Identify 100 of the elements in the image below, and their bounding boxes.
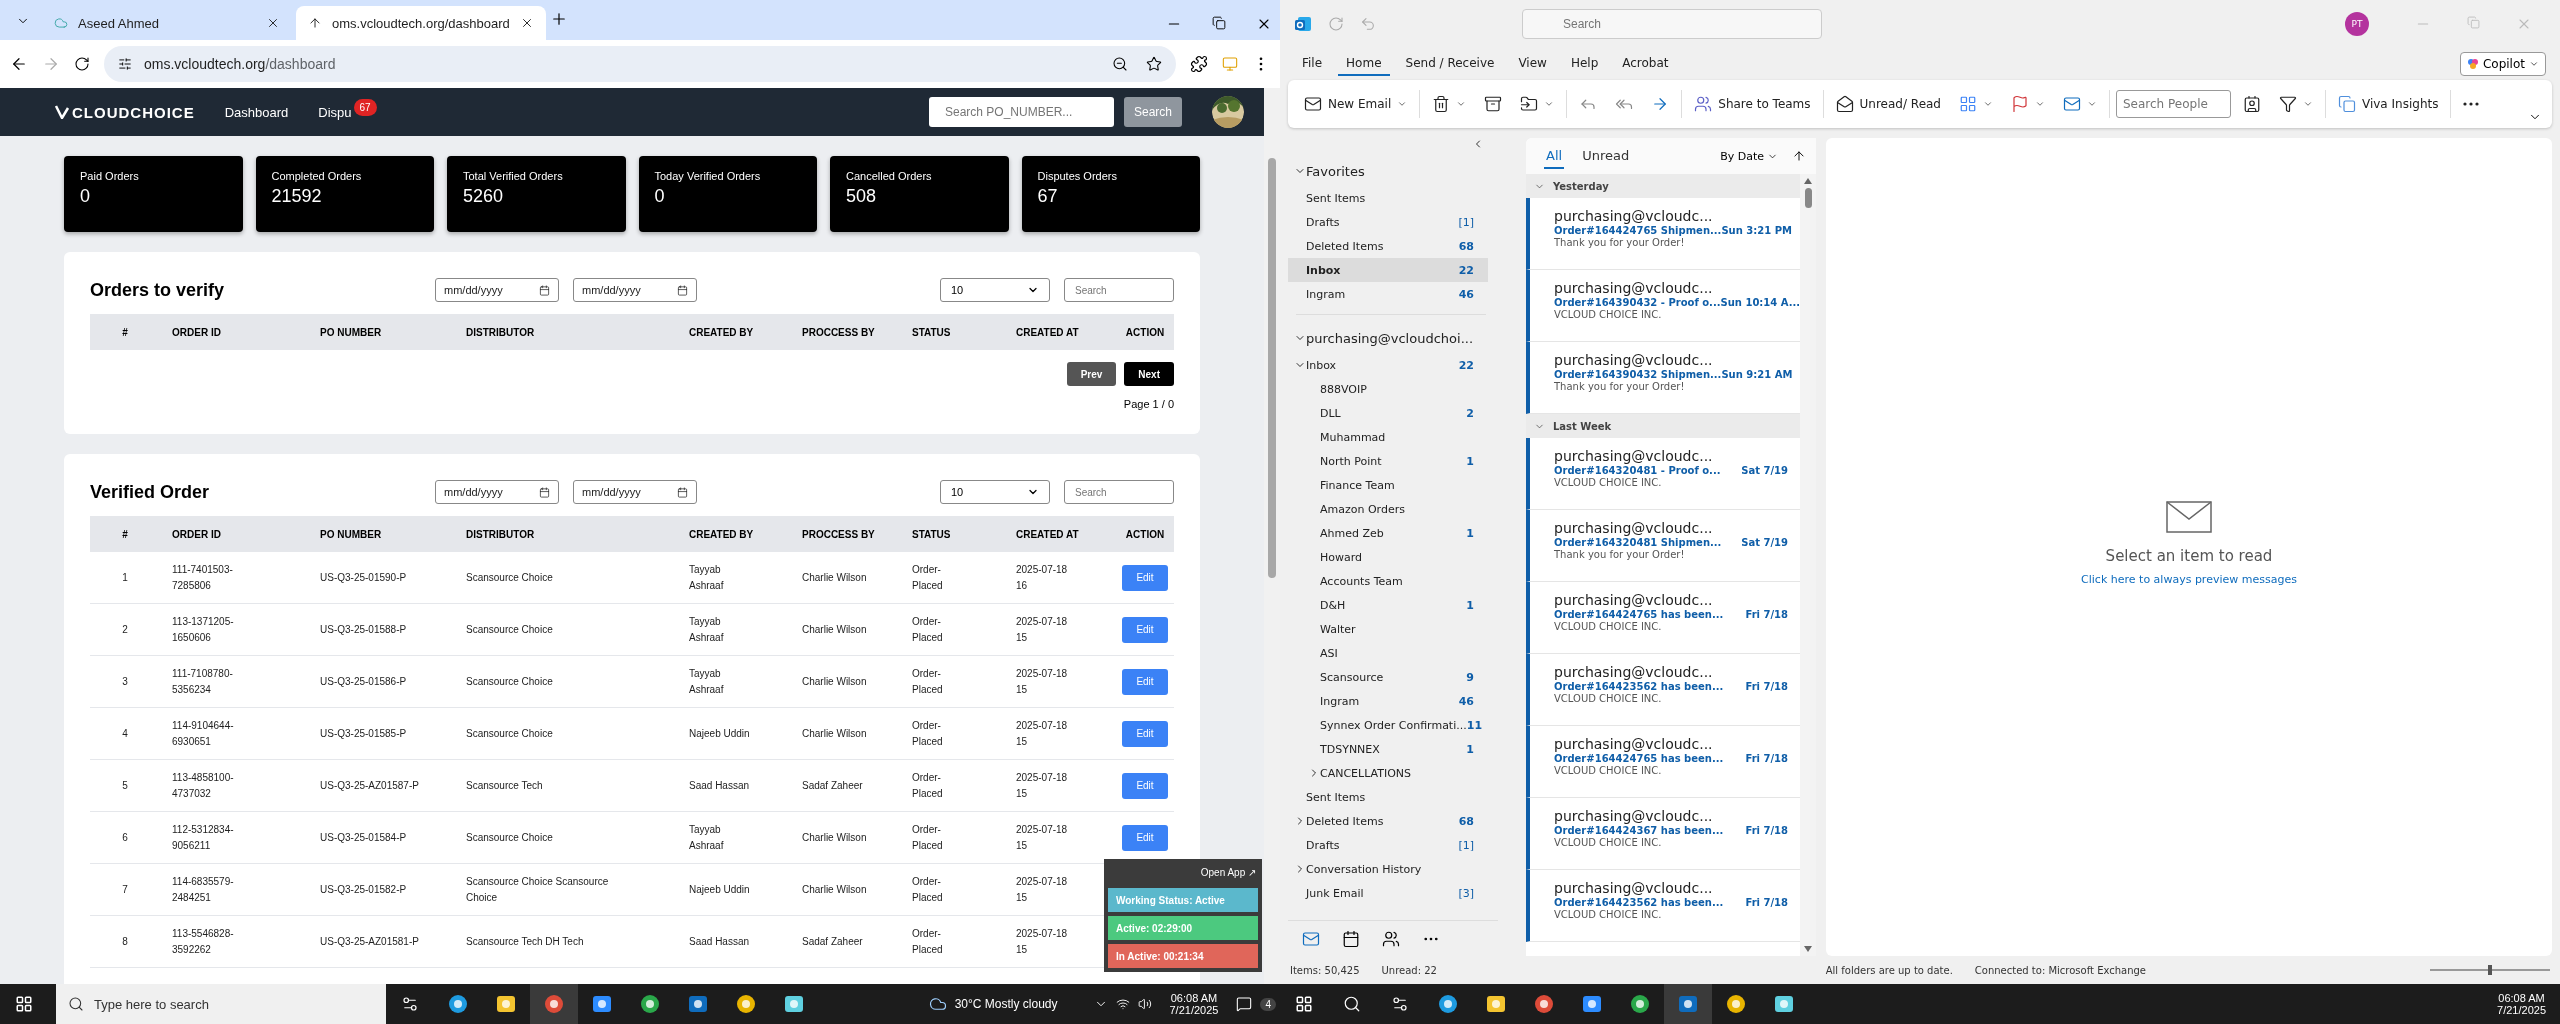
new-tab-icon[interactable] <box>550 10 568 28</box>
menu-tab[interactable]: Help <box>1562 52 1607 76</box>
unread-read-button[interactable]: Unread/ Read <box>1829 91 1947 117</box>
date-field[interactable]: mm/dd/yyyy <box>435 480 559 504</box>
copilot-icon <box>2466 58 2479 70</box>
group-header[interactable]: Last Week <box>1526 414 1800 438</box>
back-icon[interactable] <box>10 55 28 73</box>
sort-direction-icon[interactable] <box>1792 149 1806 163</box>
edit-button[interactable]: Edit <box>1122 720 1168 747</box>
folder-item[interactable]: Junk Email [3] <box>1288 881 1488 905</box>
folder-item[interactable]: North Point 1 <box>1288 449 1488 473</box>
preview-link[interactable]: Click here to always preview messages <box>2081 573 2297 586</box>
user-avatar[interactable]: PT <box>2345 12 2369 36</box>
mail-icon[interactable] <box>1302 929 1320 948</box>
people-icon[interactable] <box>1382 929 1400 948</box>
folder-item[interactable]: Deleted Items 68 <box>1288 234 1488 258</box>
search-field[interactable]: Search <box>1064 278 1174 302</box>
folder-item[interactable]: TDSYNNEX 1 <box>1288 737 1488 761</box>
folder-item[interactable]: Howard <box>1288 545 1488 569</box>
new-email-button[interactable]: New Email <box>1298 91 1414 117</box>
extensions-icon[interactable] <box>1190 55 1208 73</box>
folder-item[interactable]: Favorites <box>1288 156 1488 186</box>
menu-tab[interactable]: File <box>1294 52 1331 76</box>
page-size-select[interactable]: 10 <box>940 480 1050 504</box>
restore-icon[interactable] <box>1212 16 1226 30</box>
folder-item[interactable]: Sent Items <box>1288 186 1488 210</box>
copilot-button[interactable]: Copilot <box>2459 52 2546 76</box>
folder-item[interactable]: Drafts [1] <box>1288 833 1488 857</box>
filter-tab[interactable]: All <box>1544 143 1565 169</box>
folder-item[interactable]: Scansource 9 <box>1288 665 1488 689</box>
folder-item[interactable]: Muhammad <box>1288 425 1488 449</box>
edit-button[interactable]: Edit <box>1122 668 1168 695</box>
brand-logo[interactable]: CLOUDCHOICE <box>54 103 195 121</box>
folder-item[interactable]: Conversation History <box>1288 857 1488 881</box>
calendar-icon[interactable] <box>1342 929 1360 948</box>
folder-item[interactable]: CANCELLATIONS <box>1288 761 1488 785</box>
filter-tab[interactable]: Unread <box>1580 143 1632 169</box>
table-cell-text: 7 <box>121 882 129 897</box>
folder-item[interactable]: Inbox 22 <box>1288 353 1488 377</box>
date-field[interactable]: mm/dd/yyyy <box>435 278 559 302</box>
group-header[interactable]: Yesterday <box>1526 174 1800 198</box>
edit-button[interactable]: Edit <box>1122 616 1168 643</box>
folder-item[interactable]: DLL 2 <box>1288 401 1488 425</box>
prev-button[interactable]: Prev <box>1066 362 1117 386</box>
menu-tab[interactable]: View <box>1510 52 1555 76</box>
volume-icon[interactable] <box>1137 997 1152 1011</box>
search-field[interactable]: Search PO_NUMBER... <box>928 97 1114 127</box>
folder-item[interactable]: Synnex Order Confirmati...11 <box>1288 713 1488 737</box>
folder-item[interactable]: Amazon Orders <box>1288 497 1488 521</box>
menu-tab[interactable]: Acrobat <box>1614 52 1677 76</box>
nav-link[interactable]: Dispu <box>318 104 352 120</box>
share-to-teams-button[interactable]: Share to Teams <box>1688 91 1817 117</box>
folder-item[interactable]: Ahmed Zeb 1 <box>1288 521 1488 545</box>
edit-button[interactable]: Edit <box>1122 824 1168 851</box>
browser-tab[interactable]: Aseed Ahmed <box>42 6 292 40</box>
folder-item[interactable]: Accounts Team <box>1288 569 1488 593</box>
date-field[interactable]: mm/dd/yyyy <box>573 480 697 504</box>
folder-item[interactable]: Walter <box>1288 617 1488 641</box>
card-title: Verified Order <box>90 481 211 503</box>
scroll-thumb[interactable] <box>1268 158 1276 578</box>
search-field[interactable]: Search <box>1522 9 1822 39</box>
folder-item[interactable]: Finance Team <box>1288 473 1488 497</box>
address-bar[interactable]: oms.vcloudtech.org/dashboard <box>104 46 1176 82</box>
zoom-slider[interactable] <box>2430 965 2550 975</box>
scroll-up-icon <box>1804 178 1812 184</box>
date-field[interactable]: mm/dd/yyyy <box>573 278 697 302</box>
menu-tab[interactable]: Send / Receive <box>1397 52 1503 76</box>
weather-text[interactable]: 30°C Mostly cloudy <box>954 997 1058 1011</box>
menu-tab[interactable]: Home <box>1338 52 1390 76</box>
reload-icon[interactable] <box>74 56 90 72</box>
edit-button[interactable]: Edit <box>1122 772 1168 799</box>
open-app-button[interactable]: Open App ↗ <box>1198 863 1258 884</box>
viva-insights-button[interactable]: Viva Insights <box>2332 91 2445 117</box>
folder-item[interactable]: Inbox 22 <box>1288 258 1488 282</box>
close-icon[interactable] <box>520 16 534 30</box>
close-icon[interactable] <box>266 16 280 30</box>
folder-item[interactable]: 888VOIP <box>1288 377 1488 401</box>
folder-item[interactable]: Ingram 46 <box>1288 282 1488 306</box>
folder-item[interactable]: D&H 1 <box>1288 593 1488 617</box>
sort-button[interactable]: By Date <box>1714 148 1784 164</box>
search-field[interactable]: Search <box>1064 480 1174 504</box>
clock[interactable]: 06:08 AM 7/21/2025 <box>2487 992 2556 1016</box>
folder-item[interactable]: Ingram 46 <box>1288 689 1488 713</box>
page-size-select[interactable]: 10 <box>940 278 1050 302</box>
notifications-icon[interactable] <box>1236 996 1253 1012</box>
star-icon[interactable] <box>1146 56 1162 72</box>
search-people-field[interactable]: Search People <box>2116 90 2231 118</box>
folder-item[interactable]: ASI <box>1288 641 1488 665</box>
folder-item[interactable]: Sent Items <box>1288 785 1488 809</box>
folder-item[interactable]: Drafts [1] <box>1288 210 1488 234</box>
folder-item[interactable]: purchasing@vcloudchoi... <box>1288 323 1488 353</box>
network-icon[interactable] <box>1115 997 1130 1011</box>
browser-tab[interactable]: oms.vcloudtech.org/dashboard <box>296 6 546 40</box>
clock[interactable]: 06:08 AM 7/21/2025 <box>1159 992 1229 1016</box>
search-field[interactable]: Type here to search <box>56 984 386 1024</box>
edit-button[interactable]: Edit <box>1122 564 1168 591</box>
next-button[interactable]: Next <box>1124 362 1174 386</box>
folder-item[interactable]: Deleted Items 68 <box>1288 809 1488 833</box>
nav-link[interactable]: Dashboard <box>224 104 289 120</box>
scroll-thumb[interactable] <box>1804 188 1812 208</box>
